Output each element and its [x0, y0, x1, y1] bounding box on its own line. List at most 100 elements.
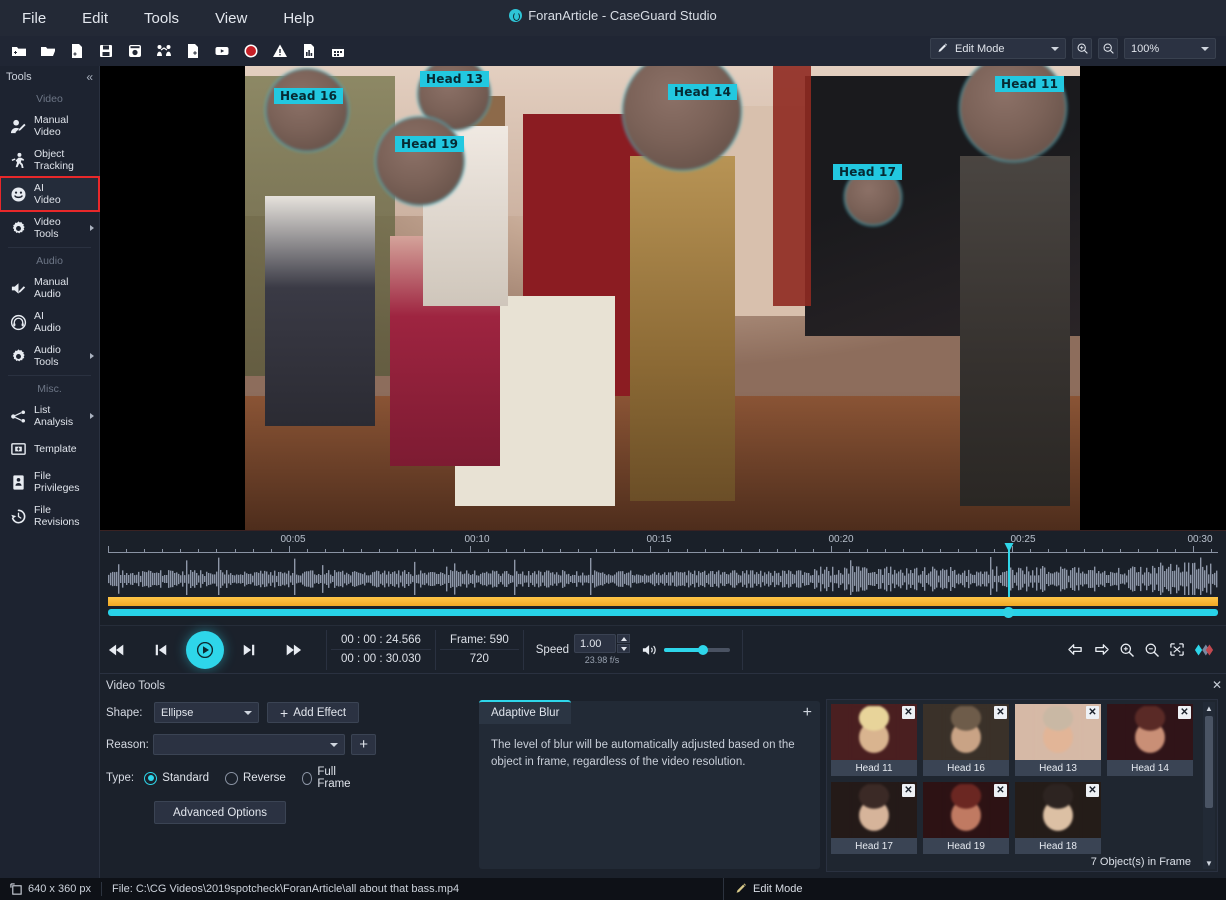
zoom-out-button[interactable] [1098, 38, 1118, 59]
timeline-playhead[interactable] [1008, 549, 1010, 597]
detection-label-head-16[interactable]: Head 16 [274, 88, 343, 104]
save-icon[interactable] [93, 39, 119, 63]
remove-object-button[interactable]: ✕ [1086, 706, 1099, 719]
blur-head-16[interactable] [265, 68, 349, 152]
reason-dropdown[interactable] [153, 734, 345, 755]
share-people-icon[interactable] [151, 39, 177, 63]
sidebar-item-ai-video[interactable]: AIVideo [0, 177, 99, 211]
selection-track-cyan[interactable] [108, 609, 1218, 616]
youtube-icon[interactable] [209, 39, 235, 63]
tab-adaptive-blur[interactable]: Adaptive Blur [479, 700, 571, 724]
add-file-icon[interactable] [64, 39, 90, 63]
redaction-track-yellow[interactable] [108, 597, 1218, 606]
volume-slider[interactable] [664, 648, 730, 652]
scroll-down-icon[interactable]: ▼ [1203, 857, 1215, 869]
radio-reverse[interactable]: Reverse [225, 772, 286, 785]
timeline-ruler[interactable]: 00:05 00:10 00:15 00:20 00:25 00:30 [100, 531, 1226, 557]
redo-icon[interactable] [1093, 642, 1110, 657]
sidebar-item-manual-audio[interactable]: ManualAudio [0, 271, 99, 305]
speed-increment-button[interactable] [617, 634, 630, 643]
scroll-up-icon[interactable]: ▲ [1203, 702, 1215, 714]
object-thumbnail[interactable]: ✕Head 18 [1015, 782, 1101, 854]
sidebar-item-ai-audio[interactable]: AIAudio [0, 305, 99, 339]
menu-item-help[interactable]: Help [269, 6, 328, 31]
detected-objects-panel: ✕Head 11✕Head 16✕Head 13✕Head 14 ✕Head 17… [826, 699, 1218, 872]
menu-item-view[interactable]: View [201, 6, 261, 31]
fit-icon[interactable] [1169, 642, 1185, 657]
radio-full-frame[interactable]: Full Frame [302, 766, 360, 790]
report-icon[interactable] [296, 39, 322, 63]
volume-control[interactable] [642, 643, 730, 657]
zoom-out-icon[interactable] [1144, 642, 1160, 658]
sidebar-item-file-privileges[interactable]: FilePrivileges [0, 465, 99, 499]
add-effect-tab-button[interactable]: + [803, 704, 812, 722]
detection-label-head-19[interactable]: Head 19 [395, 136, 464, 152]
sidebar-item-template[interactable]: Template [0, 433, 99, 465]
detection-label-head-14[interactable]: Head 14 [668, 84, 737, 100]
remove-object-button[interactable]: ✕ [994, 784, 1007, 797]
remove-object-button[interactable]: ✕ [1086, 784, 1099, 797]
audio-waveform[interactable] [108, 557, 1218, 595]
add-effect-button[interactable]: + Add Effect [267, 702, 359, 723]
volume-knob[interactable] [698, 645, 708, 655]
warning-icon[interactable] [267, 39, 293, 63]
advanced-options-button[interactable]: Advanced Options [154, 801, 286, 824]
camera-icon[interactable] [122, 39, 148, 63]
menu-item-edit[interactable]: Edit [68, 6, 122, 31]
play-button[interactable] [186, 631, 224, 669]
sidebar-item-audio-tools[interactable]: AudioTools [0, 339, 99, 373]
edit-mode-dropdown[interactable]: Edit Mode [930, 38, 1066, 59]
detection-label-head-11[interactable]: Head 11 [995, 76, 1064, 92]
ruler-tick-label: 00:05 [280, 534, 305, 545]
detection-label-head-13[interactable]: Head 13 [420, 71, 489, 87]
remove-object-button[interactable]: ✕ [1178, 706, 1191, 719]
speed-stepper[interactable] [617, 634, 630, 653]
speed-input[interactable]: 1.00 [574, 634, 616, 653]
remove-object-button[interactable]: ✕ [902, 784, 915, 797]
waveform-icon[interactable] [1194, 642, 1214, 658]
ruler-tick [1193, 546, 1194, 553]
sidebar-item-manual-video[interactable]: ManualVideo [0, 109, 99, 143]
sidebar-item-file-revisions[interactable]: FileRevisions [0, 499, 99, 533]
calendar-icon[interactable] [325, 39, 351, 63]
object-thumbnail[interactable]: ✕Head 13 [1015, 704, 1101, 776]
add-reason-button[interactable]: + [351, 734, 376, 755]
object-thumbnail[interactable]: ✕Head 16 [923, 704, 1009, 776]
history-icon [9, 508, 27, 525]
sidebar-item-object-tracking[interactable]: ObjectTracking [0, 143, 99, 177]
video-canvas[interactable]: Head 16 Head 13 Head 19 Head 14 Head 17 … [245, 66, 1080, 530]
object-thumbnail[interactable]: ✕Head 11 [831, 704, 917, 776]
panel-close-icon[interactable]: ✕ [1212, 678, 1222, 692]
skip-end-button[interactable] [276, 643, 310, 657]
speed-decrement-button[interactable] [617, 644, 630, 653]
prev-frame-button[interactable] [144, 643, 178, 657]
new-project-icon[interactable] [6, 39, 32, 63]
scrubber-handle[interactable] [1003, 607, 1014, 618]
blur-head-19[interactable] [375, 116, 465, 206]
thumbnails-scrollbar[interactable]: ▲ ▼ [1203, 702, 1215, 869]
zoom-level-dropdown[interactable]: 100% [1124, 38, 1216, 59]
remove-object-button[interactable]: ✕ [994, 706, 1007, 719]
skip-start-button[interactable] [100, 643, 134, 657]
sidebar-item-video-tools[interactable]: VideoTools [0, 211, 99, 245]
object-thumbnail[interactable]: ✕Head 19 [923, 782, 1009, 854]
menu-item-tools[interactable]: Tools [130, 6, 193, 31]
detection-label-head-17[interactable]: Head 17 [833, 164, 902, 180]
timeline-panel[interactable]: 00:05 00:10 00:15 00:20 00:25 00:30 [100, 530, 1226, 625]
zoom-in-icon[interactable] [1119, 642, 1135, 658]
undo-icon[interactable] [1067, 642, 1084, 657]
open-folder-icon[interactable] [35, 39, 61, 63]
radio-standard[interactable]: Standard [144, 772, 209, 785]
remove-object-button[interactable]: ✕ [902, 706, 915, 719]
sidebar-collapse-icon[interactable]: « [86, 70, 93, 84]
sidebar-item-list-analysis[interactable]: ListAnalysis [0, 399, 99, 433]
zoom-in-button[interactable] [1072, 38, 1092, 59]
object-thumbnail[interactable]: ✕Head 17 [831, 782, 917, 854]
scrollbar-thumb[interactable] [1205, 716, 1213, 808]
menu-item-file[interactable]: File [8, 6, 60, 31]
shape-dropdown[interactable]: Ellipse [154, 702, 259, 723]
object-thumbnail[interactable]: ✕Head 14 [1107, 704, 1193, 776]
import-file-icon[interactable] [180, 39, 206, 63]
record-icon[interactable] [238, 39, 264, 63]
next-frame-button[interactable] [232, 643, 266, 657]
